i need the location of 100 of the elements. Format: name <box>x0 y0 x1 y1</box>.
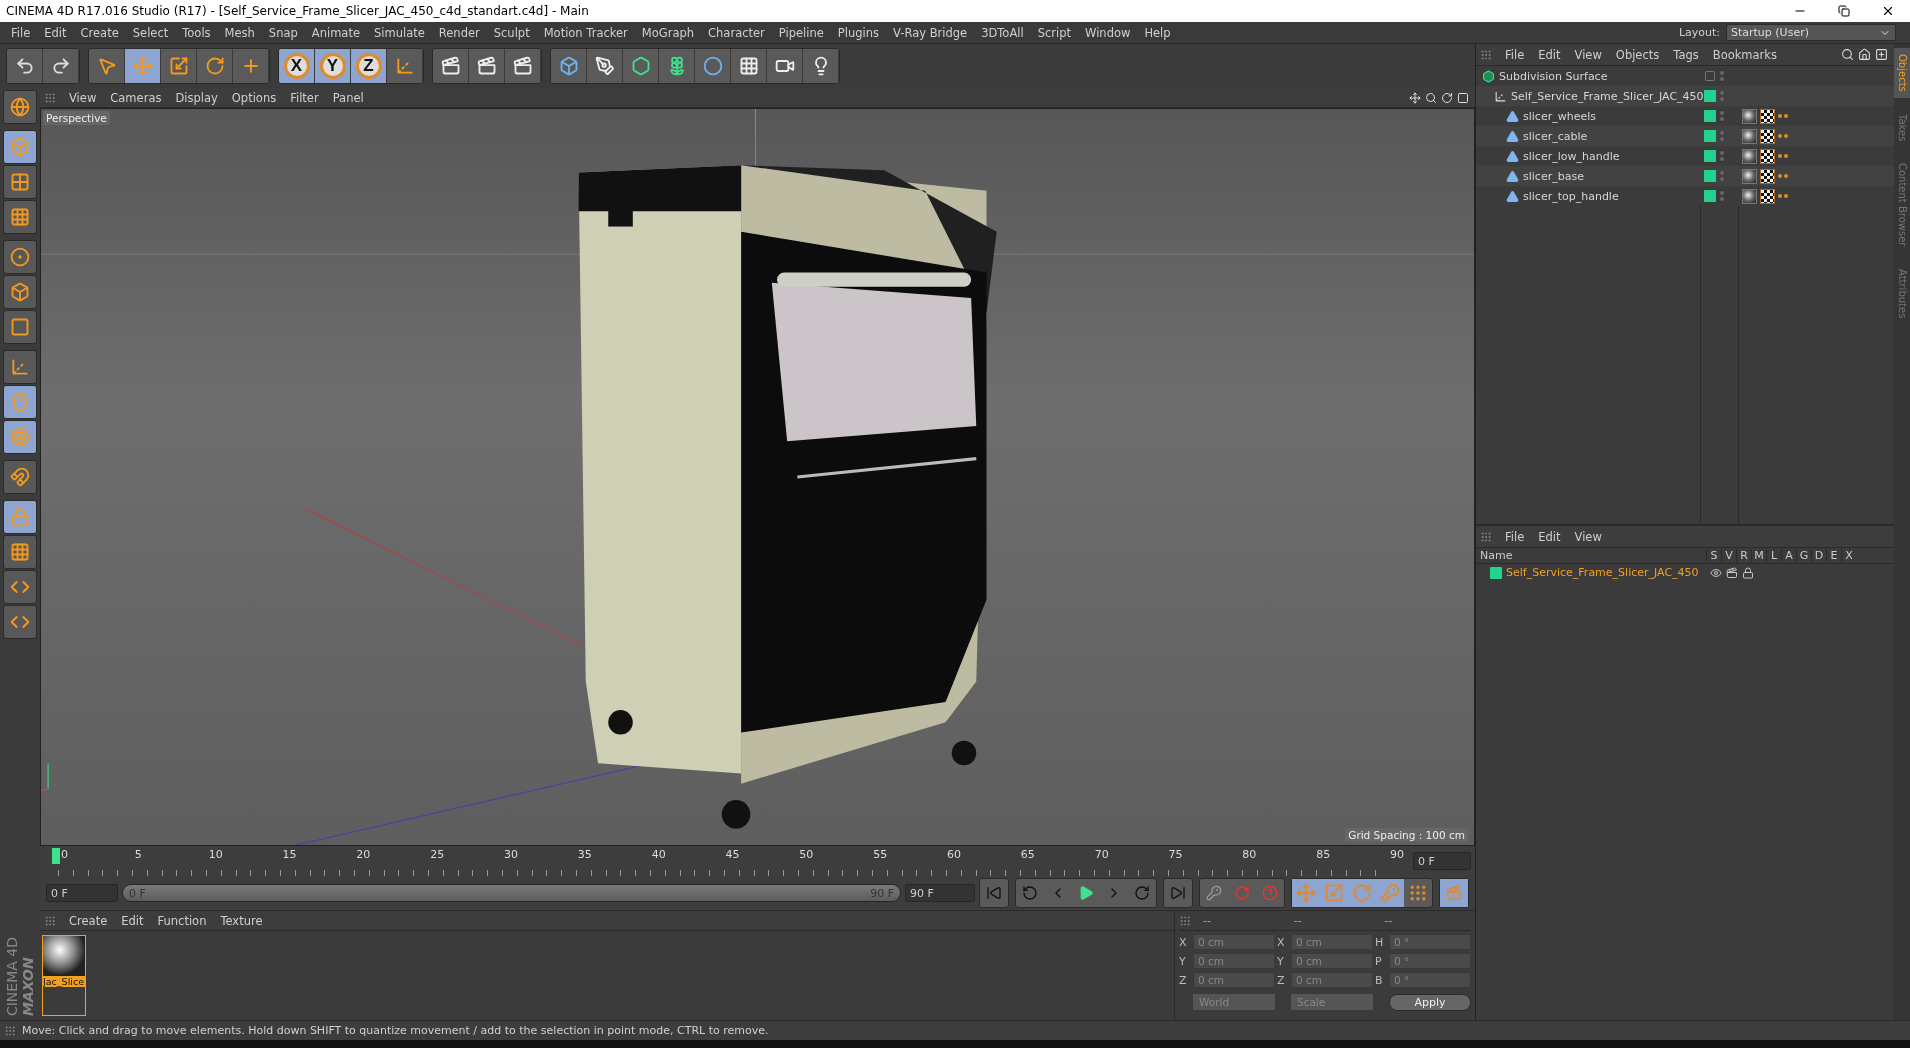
tool-button[interactable] <box>3 275 37 309</box>
search-icon[interactable] <box>1841 48 1854 61</box>
visibility-dots-icon[interactable] <box>1720 71 1724 81</box>
menu-item[interactable]: MoGraph <box>634 25 702 40</box>
tool-button[interactable] <box>3 130 37 164</box>
menu-item[interactable]: Character <box>701 25 772 40</box>
layer-name[interactable]: Self_Service_Frame_Slicer_JAC_450 <box>1506 566 1706 579</box>
tool-button[interactable] <box>3 350 37 384</box>
menu-item[interactable]: Edit <box>1531 47 1568 62</box>
viewport[interactable]: Perspective Grid Spacing : 100 cm <box>40 108 1475 846</box>
uvw-tag-icon[interactable] <box>1760 128 1775 144</box>
visibility-dots-icon[interactable] <box>1720 191 1724 201</box>
orbit-icon[interactable] <box>1441 91 1453 104</box>
layer-color[interactable] <box>1704 130 1716 142</box>
menu-item[interactable]: Help <box>1137 25 1178 40</box>
zoom-icon[interactable] <box>1425 91 1437 104</box>
transform-button[interactable] <box>233 49 269 83</box>
layer-color[interactable] <box>1704 110 1716 122</box>
menu-item[interactable]: Simulate <box>367 25 432 40</box>
menu-item[interactable]: Create <box>62 913 115 928</box>
menu-item[interactable]: Motion Tracker <box>536 25 635 40</box>
tool-button[interactable] <box>3 420 37 454</box>
visibility-dots-icon[interactable] <box>1720 151 1724 161</box>
menu-item[interactable]: Tags <box>1666 47 1706 62</box>
object-name[interactable]: slicer_base <box>1523 169 1584 183</box>
menu-item[interactable]: Script <box>1030 25 1079 40</box>
select-button[interactable] <box>89 49 125 83</box>
new-window-icon[interactable] <box>1875 48 1888 61</box>
home-icon[interactable] <box>1858 48 1871 61</box>
menu-item[interactable]: File <box>4 25 38 40</box>
camera-button[interactable] <box>767 49 803 83</box>
tool-button[interactable] <box>3 90 37 124</box>
menu-item[interactable]: Panel <box>325 90 371 105</box>
phong-tag-icon[interactable] <box>1778 114 1788 118</box>
pen-button[interactable] <box>587 49 623 83</box>
visibility-dots-icon[interactable] <box>1720 91 1724 101</box>
uvw-tag-icon[interactable] <box>1760 188 1775 204</box>
move-button[interactable] <box>125 49 161 83</box>
coordinate-system-button[interactable] <box>387 49 423 83</box>
current-frame-field[interactable]: 0 F <box>1413 852 1471 870</box>
menu-item[interactable]: View <box>1567 529 1609 544</box>
menu-item[interactable]: Select <box>125 25 176 40</box>
lock-icon[interactable] <box>1742 566 1754 579</box>
material-tag-icon[interactable] <box>1742 188 1757 204</box>
material-swatch[interactable]: Jac_Slice <box>42 935 86 1016</box>
menu-item[interactable]: Snap <box>261 25 305 40</box>
menu-item[interactable]: Plugins <box>830 25 887 40</box>
undo-button[interactable] <box>7 49 43 83</box>
phong-tag-icon[interactable] <box>1778 134 1788 138</box>
layer-color[interactable] <box>1704 90 1716 102</box>
tool-button[interactable] <box>3 240 37 274</box>
floor-button[interactable] <box>731 49 767 83</box>
cube-button[interactable] <box>551 49 587 83</box>
menu-item[interactable]: View <box>62 90 104 105</box>
eye-icon[interactable] <box>1710 566 1722 579</box>
menu-item[interactable]: Function <box>150 913 214 928</box>
menu-item[interactable]: Edit <box>114 913 151 928</box>
tool-button[interactable] <box>3 460 37 494</box>
tool-button[interactable] <box>3 200 37 234</box>
rotate-button[interactable] <box>197 49 233 83</box>
uvw-tag-icon[interactable] <box>1760 148 1775 164</box>
deformer-button[interactable] <box>695 49 731 83</box>
layer-color[interactable] <box>1704 190 1716 202</box>
uvw-tag-icon[interactable] <box>1760 108 1775 124</box>
tool-button[interactable] <box>3 535 37 569</box>
subdivide-button[interactable] <box>623 49 659 83</box>
layer-color[interactable] <box>1704 170 1716 182</box>
menu-item[interactable]: Create <box>73 25 126 40</box>
menu-item[interactable]: Cameras <box>103 90 169 105</box>
render-button[interactable] <box>469 49 505 83</box>
layer-color[interactable] <box>1704 150 1716 162</box>
tool-button[interactable] <box>3 385 37 419</box>
object-name[interactable]: Subdivision Surface <box>1499 69 1608 83</box>
menu-item[interactable]: Options <box>224 90 284 105</box>
material-tag-icon[interactable] <box>1742 128 1757 144</box>
axis-lock-button[interactable]: Z <box>351 49 387 83</box>
scale-button[interactable] <box>161 49 197 83</box>
uvw-tag-icon[interactable] <box>1760 168 1775 184</box>
visibility-dots-icon[interactable] <box>1720 171 1724 181</box>
layer-color[interactable] <box>1490 566 1502 579</box>
menu-item[interactable]: V-Ray Bridge <box>886 25 975 40</box>
render-button[interactable] <box>433 49 469 83</box>
menu-item[interactable]: Edit <box>1531 529 1568 544</box>
side-tab[interactable]: Objects <box>1894 48 1910 98</box>
menu-item[interactable]: 3DToAll <box>974 25 1031 40</box>
object-name[interactable]: slicer_wheels <box>1523 109 1596 123</box>
menu-item[interactable]: Pipeline <box>771 25 831 40</box>
menu-item[interactable]: Render <box>431 25 487 40</box>
menu-item[interactable]: Objects <box>1608 47 1667 62</box>
object-name[interactable]: slicer_low_handle <box>1523 149 1620 163</box>
tool-button[interactable] <box>3 570 37 604</box>
pan-icon[interactable] <box>1409 91 1421 104</box>
render-icon[interactable] <box>1726 566 1738 579</box>
menu-item[interactable]: File <box>1498 529 1532 544</box>
layout-dropdown[interactable]: Startup (User) <box>1726 24 1896 41</box>
axis-lock-button[interactable]: X <box>279 49 315 83</box>
tool-button[interactable] <box>3 605 37 639</box>
menu-item[interactable]: File <box>1498 47 1532 62</box>
array-button[interactable] <box>659 49 695 83</box>
menu-item[interactable]: Tools <box>175 25 218 40</box>
